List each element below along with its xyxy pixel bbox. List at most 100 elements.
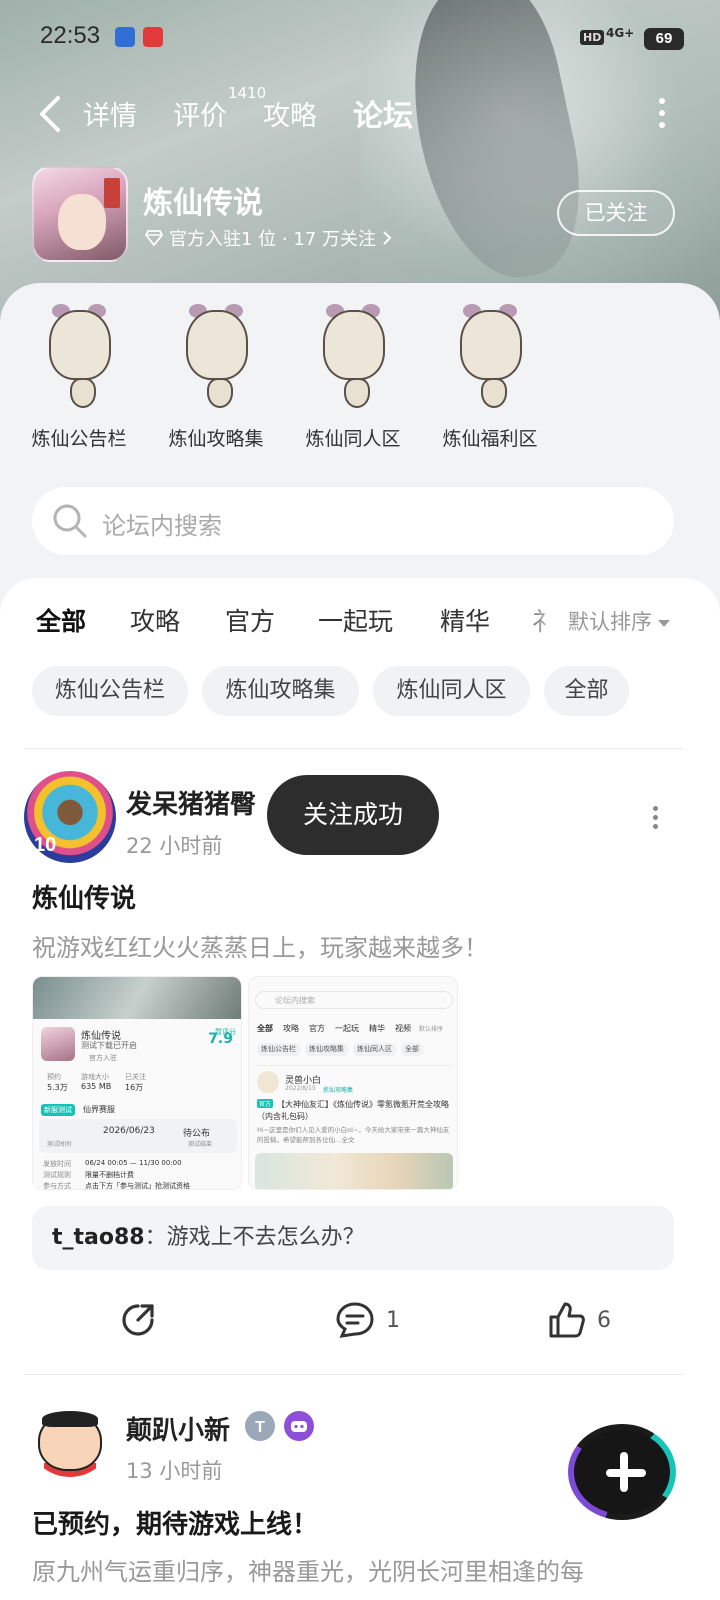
game-meta-link[interactable]: 官方入驻1 位 · 17 万关注	[145, 225, 392, 251]
tab-reviews[interactable]: 评价	[173, 94, 227, 133]
share-button[interactable]	[118, 1300, 158, 1340]
thumb-search-placeholder: 论坛内搜索	[275, 996, 315, 1005]
chip-fanart[interactable]: 炼仙同人区	[373, 666, 530, 716]
thumb-test-end: 测试结束	[188, 1141, 213, 1148]
chevron-right-icon	[383, 231, 392, 245]
thumb-status: 待公布	[183, 1129, 211, 1139]
avatar[interactable]: 10	[24, 771, 116, 863]
like-count: 6	[597, 1307, 611, 1333]
game-meta-text: 官方入驻1 位 · 17 万关注	[169, 229, 376, 250]
notification-app-icon	[115, 27, 135, 47]
comment-button[interactable]: 1	[334, 1300, 400, 1340]
thumb-row-value: 限量不删档计费	[85, 1171, 134, 1179]
search-icon	[53, 504, 87, 538]
search-placeholder: 论坛内搜索	[102, 512, 222, 540]
subforum-guides[interactable]: 炼仙攻略集	[151, 300, 281, 451]
thumb-official: 官方入驻	[89, 1054, 117, 1062]
post-author[interactable]: 发呆猪猪臀	[126, 784, 256, 821]
tab-forum[interactable]: 论坛	[353, 91, 413, 137]
feed-tab-play-together[interactable]: 一起玩	[318, 602, 393, 638]
thumb-tab: 官方	[309, 1024, 325, 1033]
chip-all[interactable]: 全部	[544, 666, 629, 716]
thumb-stat-label: 预约	[47, 1073, 61, 1081]
game-icon	[41, 1027, 75, 1061]
feed-tab-official[interactable]: 官方	[225, 602, 275, 638]
thumb-chip: 炼仙攻略集	[305, 1043, 348, 1056]
svg-text:T: T	[255, 1419, 265, 1436]
thumb-chip: 炼仙同人区	[353, 1043, 396, 1056]
comment-icon	[336, 1302, 374, 1338]
thumb-tab: 精华	[369, 1024, 385, 1033]
mascot-icon	[308, 300, 398, 412]
feed-tab-all[interactable]: 全部	[36, 602, 86, 642]
post-title[interactable]: 炼仙传说	[32, 878, 136, 915]
thumb-row-label: 测试规则	[43, 1171, 71, 1179]
game-icon[interactable]	[32, 166, 128, 262]
filter-chips: 炼仙公告栏 炼仙攻略集 炼仙同人区 全部	[0, 666, 720, 718]
post-body[interactable]: 祝游戏红红火火蒸蒸日上，玩家越来越多！	[32, 928, 488, 963]
followed-button[interactable]: 已关注	[557, 190, 675, 236]
thumb-tab: 攻略	[283, 1024, 299, 1033]
thumb-post-title: 【大神仙友汇】《炼仙传说》零氪微氪开荒全攻略（内含礼包码）	[257, 1100, 449, 1121]
avatar[interactable]	[30, 1405, 110, 1477]
sort-dropdown[interactable]: 默认排序	[568, 606, 670, 636]
thumb-post-date: 2022/8/15	[285, 1085, 316, 1092]
feed-tabs: 全部 攻略 官方 一起玩 精华 礻 默认排序	[0, 600, 720, 650]
thumb-row-label: 参与方式	[43, 1182, 71, 1190]
signal-icon: 4G+	[606, 26, 635, 40]
post-image-game-detail[interactable]: 炼仙传说 测试下载已开启 官方入驻 暂评分 7.9 预约 5.3万 游戏大小 6…	[32, 976, 242, 1190]
sort-label: 默认排序	[568, 610, 652, 634]
post-author[interactable]: 颠趴小新	[126, 1410, 230, 1447]
thumb-row-value: 06/24 00:05 — 11/30 00:00	[85, 1159, 182, 1167]
post-title[interactable]: 已预约，期待游戏上线！	[32, 1504, 318, 1541]
tab-guides[interactable]: 攻略	[263, 94, 317, 133]
feed-tab-featured[interactable]: 精华	[440, 602, 490, 638]
avatar	[257, 1071, 279, 1093]
like-button[interactable]: 6	[547, 1300, 611, 1340]
back-button[interactable]	[34, 92, 74, 136]
more-options-button[interactable]	[656, 98, 668, 128]
post-images: 炼仙传说 测试下载已开启 官方入驻 暂评分 7.9 预约 5.3万 游戏大小 6…	[32, 976, 462, 1190]
post-image-forum-view[interactable]: 论坛内搜索 全部 攻略 官方 一起玩 精华 视频 默认排序 炼仙公告栏 炼仙攻略…	[248, 976, 458, 1190]
divider	[24, 1374, 684, 1375]
thumb-sort: 默认排序	[419, 1026, 444, 1033]
thumb-tab: 全部	[257, 1024, 273, 1033]
comment-user: t_tao88	[52, 1225, 145, 1250]
thumb-score: 7.9	[208, 1031, 233, 1047]
create-post-button[interactable]	[568, 1424, 676, 1520]
thumbs-up-icon	[549, 1302, 585, 1338]
thumb-chip: 全部	[401, 1043, 423, 1056]
chip-announcements[interactable]: 炼仙公告栏	[32, 666, 188, 716]
thumb-row-label: 发放时间	[43, 1160, 71, 1168]
mascot-icon	[171, 300, 261, 412]
thumb-stat-label: 已关注	[125, 1073, 146, 1081]
comment-count: 1	[386, 1307, 400, 1333]
thumb-stat-value: 635 MB	[81, 1082, 112, 1091]
tab-details[interactable]: 详情	[83, 94, 137, 133]
top-comment[interactable]: t_tao88：游戏上不去怎么办？	[32, 1206, 674, 1270]
thumb-subtitle: 测试下载已开启	[81, 1041, 137, 1050]
subforum-welfare[interactable]: 炼仙福利区	[425, 300, 555, 451]
status-time: 22:53	[40, 22, 101, 49]
chevron-left-icon	[40, 96, 60, 132]
review-count-badge: 1410	[228, 84, 267, 102]
thumb-date: 2026/06/23	[103, 1126, 155, 1136]
post-body[interactable]: 原九州气运重归序，神器重光，光阴长河里相逢的每	[32, 1552, 584, 1587]
thumb-post-image	[255, 1153, 453, 1189]
divider	[24, 748, 684, 749]
follow-success-toast: 关注成功	[267, 775, 439, 855]
post-time: 22 小时前	[126, 834, 223, 858]
subforum-fanart[interactable]: 炼仙同人区	[288, 300, 418, 451]
feed-tab-guides[interactable]: 攻略	[130, 602, 180, 638]
subforum-announcements[interactable]: 炼仙公告栏	[14, 300, 144, 451]
post-more-button[interactable]	[651, 806, 659, 829]
mascot-icon	[34, 300, 124, 412]
thumb-stat-label: 游戏大小	[81, 1073, 109, 1081]
thumb-section-tag: 新服测试	[41, 1104, 75, 1116]
post-actions: 1 6	[0, 1300, 720, 1346]
diamond-icon	[145, 230, 163, 246]
forum-search-input[interactable]: 论坛内搜索	[32, 487, 674, 555]
thumb-post-excerpt: Hi~这里是你们人见人爱的小白ol~，今天给大家带来一篇大神仙友的投稿，希望能帮…	[257, 1126, 450, 1144]
chip-guides[interactable]: 炼仙攻略集	[202, 666, 359, 716]
post-time: 13 小时前	[126, 1459, 223, 1483]
